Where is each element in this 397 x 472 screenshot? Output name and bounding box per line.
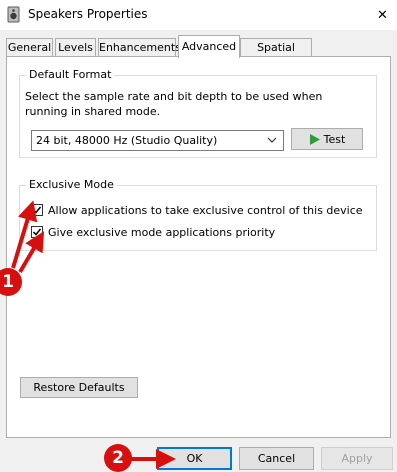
speaker-icon <box>7 6 20 23</box>
tab-levels[interactable]: Levels <box>55 38 96 56</box>
format-select[interactable]: 24 bit, 48000 Hz (Studio Quality) <box>31 130 284 151</box>
selected-format: 24 bit, 48000 Hz (Studio Quality) <box>36 134 218 147</box>
tab-general[interactable]: General <box>6 38 53 56</box>
checkmark-icon <box>32 206 42 214</box>
exclusive-control-option[interactable]: Allow applications to take exclusive con… <box>31 203 363 217</box>
exclusive-control-label: Allow applications to take exclusive con… <box>48 203 363 217</box>
tab-advanced[interactable]: Advanced <box>178 35 240 58</box>
checkmark-icon <box>32 228 42 236</box>
title-bar: Speakers Properties ✕ <box>0 0 397 30</box>
default-format-title: Default Format <box>26 68 115 82</box>
chevron-down-icon <box>267 137 277 143</box>
exclusive-mode-title: Exclusive Mode <box>26 178 117 192</box>
test-button[interactable]: Test <box>291 128 363 150</box>
exclusive-control-checkbox[interactable] <box>31 204 43 216</box>
exclusive-priority-label: Give exclusive mode applications priorit… <box>48 225 276 239</box>
exclusive-priority-checkbox[interactable] <box>31 226 43 238</box>
format-description: Select the sample rate and bit depth to … <box>25 90 323 118</box>
restore-defaults-button[interactable]: Restore Defaults <box>20 377 138 398</box>
tab-enhancements[interactable]: Enhancements <box>98 38 181 56</box>
window-title: Speakers Properties <box>28 7 148 21</box>
cancel-button[interactable]: Cancel <box>239 447 314 470</box>
apply-button[interactable]: Apply <box>321 447 393 470</box>
play-icon <box>309 133 320 145</box>
ok-button[interactable]: OK <box>157 447 232 470</box>
tab-spatial-sound[interactable]: Spatial sound <box>240 38 312 72</box>
close-button[interactable]: ✕ <box>368 0 397 30</box>
close-icon: ✕ <box>377 7 388 23</box>
exclusive-mode-group: Exclusive Mode <box>19 178 377 251</box>
annotation-badge-2: 2 <box>104 444 132 472</box>
exclusive-priority-option[interactable]: Give exclusive mode applications priorit… <box>31 225 275 239</box>
